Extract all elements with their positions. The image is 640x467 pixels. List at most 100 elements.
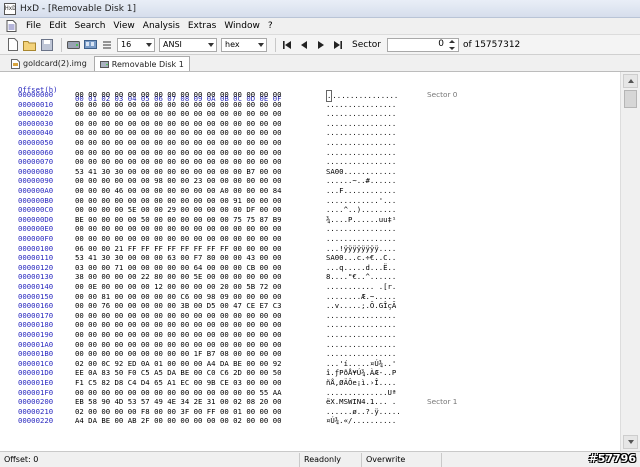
row-offset[interactable]: 000001D0 bbox=[18, 368, 53, 378]
row-offset[interactable]: 000000C0 bbox=[18, 205, 53, 215]
hex-row[interactable]: 000001C0 02 00 0C 92 ED 0A 01 00 00 00 A4… bbox=[0, 359, 620, 369]
hex-row[interactable]: 000001B0 00 00 00 00 00 00 00 00 00 1F B7… bbox=[0, 349, 620, 359]
row-text-decoded[interactable]: ¤Ú¾.«/.......... bbox=[326, 416, 396, 426]
menu-view[interactable]: View bbox=[109, 21, 138, 31]
row-text-decoded[interactable]: ................ bbox=[326, 138, 396, 148]
hex-row[interactable]: 000000D0 BE 00 00 00 00 50 00 00 00 00 00… bbox=[0, 215, 620, 225]
offset-base-select[interactable]: hex bbox=[221, 37, 267, 52]
row-offset[interactable]: 00000040 bbox=[18, 128, 53, 138]
row-text-decoded[interactable]: ............'... bbox=[326, 196, 396, 206]
row-text-decoded[interactable]: ........... .[r. bbox=[326, 282, 396, 292]
row-text-decoded[interactable]: î.ƒPðÅ¥Ú¾.ÀÆ-..P bbox=[326, 368, 396, 378]
row-text-decoded[interactable]: ................ bbox=[326, 311, 396, 321]
hex-row[interactable]: 00000000 00 00 00 00 00 00 00 00 00 00 00… bbox=[0, 90, 620, 102]
menu-analysis[interactable]: Analysis bbox=[139, 21, 184, 31]
hex-row[interactable]: 00000100 06 00 00 21 FF FF FF FF FF FF FF… bbox=[0, 244, 620, 254]
row-offset[interactable]: 00000150 bbox=[18, 292, 53, 302]
row-offset[interactable]: 000000A0 bbox=[18, 186, 53, 196]
hex-row[interactable]: 00000090 00 00 00 00 00 00 98 00 00 23 00… bbox=[0, 176, 620, 186]
hex-row[interactable]: 000000E0 00 00 00 00 00 00 00 00 00 00 00… bbox=[0, 224, 620, 234]
row-text-decoded[interactable]: ......~..#...... bbox=[326, 176, 396, 186]
row-hex-bytes[interactable]: 00 00 00 00 00 00 00 00 00 00 00 00 00 0… bbox=[75, 119, 281, 129]
row-text-decoded[interactable]: ..v.....;.Õ.GÎçÃ bbox=[326, 301, 396, 311]
hex-row[interactable]: 00000020 00 00 00 00 00 00 00 00 00 00 00… bbox=[0, 109, 620, 119]
last-sector-icon[interactable] bbox=[331, 38, 345, 52]
row-hex-bytes[interactable]: 00 00 81 00 00 00 00 00 C6 00 98 09 00 0… bbox=[75, 292, 281, 302]
hex-row[interactable]: 00000210 02 00 00 00 00 F8 00 00 3F 00 FF… bbox=[0, 407, 620, 417]
hex-row[interactable]: 000001E0 F1 C5 82 D8 C4 D4 65 A1 EC 00 9B… bbox=[0, 378, 620, 388]
row-hex-bytes[interactable]: 00 0E 00 00 00 00 12 00 00 00 00 20 00 5… bbox=[75, 282, 281, 292]
save-disk-icon[interactable] bbox=[40, 38, 54, 52]
row-offset[interactable]: 00000140 bbox=[18, 282, 53, 292]
row-offset[interactable]: 000001B0 bbox=[18, 349, 53, 359]
menu-extras[interactable]: Extras bbox=[184, 21, 220, 31]
row-text-decoded[interactable]: SA00............ bbox=[326, 167, 396, 177]
row-hex-bytes[interactable]: 00 00 00 00 00 00 00 00 00 00 00 00 00 0… bbox=[75, 100, 281, 110]
row-text-decoded[interactable]: ñÅ‚ØÄÔe¡ì.›Î.... bbox=[326, 378, 396, 388]
row-offset[interactable]: 00000050 bbox=[18, 138, 53, 148]
row-hex-bytes[interactable]: 00 00 00 46 00 00 00 00 00 00 00 A0 00 0… bbox=[75, 186, 281, 196]
row-hex-bytes[interactable]: A4 DA BE 00 AB 2F 00 00 00 00 00 00 02 0… bbox=[75, 416, 281, 426]
row-text-decoded[interactable]: ................ bbox=[326, 148, 396, 158]
row-offset[interactable]: 00000030 bbox=[18, 119, 53, 129]
row-offset[interactable]: 00000010 bbox=[18, 100, 53, 110]
row-text-decoded[interactable]: ................ bbox=[326, 100, 396, 110]
row-offset[interactable]: 00000100 bbox=[18, 244, 53, 254]
row-hex-bytes[interactable]: 00 00 00 00 00 00 98 00 00 23 00 00 00 0… bbox=[75, 176, 281, 186]
row-offset[interactable]: 00000180 bbox=[18, 320, 53, 330]
spin-down-icon[interactable] bbox=[449, 46, 456, 50]
next-sector-icon[interactable] bbox=[314, 38, 328, 52]
hex-row[interactable]: 00000150 00 00 81 00 00 00 00 00 C6 00 98… bbox=[0, 292, 620, 302]
row-offset[interactable]: 00000000 bbox=[18, 90, 53, 100]
row-offset[interactable]: 00000190 bbox=[18, 330, 53, 340]
hex-row[interactable]: 00000170 00 00 00 00 00 00 00 00 00 00 00… bbox=[0, 311, 620, 321]
menu-file[interactable]: File bbox=[22, 21, 45, 31]
row-text-decoded[interactable]: ...!ÿÿÿÿÿÿÿÿ.... bbox=[326, 244, 396, 254]
row-offset[interactable]: 000000B0 bbox=[18, 196, 53, 206]
row-hex-bytes[interactable]: 00 00 00 00 00 00 00 00 00 1F B7 08 00 0… bbox=[75, 349, 281, 359]
row-hex-bytes[interactable]: 00 00 00 00 00 00 00 00 00 00 00 00 00 0… bbox=[75, 330, 281, 340]
row-offset[interactable]: 00000160 bbox=[18, 301, 53, 311]
row-offset[interactable]: 00000220 bbox=[18, 416, 53, 426]
row-hex-bytes[interactable]: 00 00 00 00 00 00 00 00 00 00 00 00 00 0… bbox=[75, 340, 281, 350]
row-hex-bytes[interactable]: 00 00 00 00 00 00 00 00 00 00 00 00 00 0… bbox=[75, 128, 281, 138]
hex-row[interactable]: 000000A0 00 00 00 46 00 00 00 00 00 00 00… bbox=[0, 186, 620, 196]
row-hex-bytes[interactable]: 03 00 00 71 00 00 00 00 00 64 00 00 00 C… bbox=[75, 263, 281, 273]
row-offset[interactable]: 00000120 bbox=[18, 263, 53, 273]
hex-row[interactable]: 00000070 00 00 00 00 00 00 00 00 00 00 00… bbox=[0, 157, 620, 167]
row-text-decoded[interactable]: 8...."€..^...... bbox=[326, 272, 396, 282]
status-readonly[interactable]: Readonly bbox=[300, 452, 362, 467]
hex-row[interactable]: 000000F0 00 00 00 00 00 00 00 00 00 00 00… bbox=[0, 234, 620, 244]
scroll-up-button[interactable] bbox=[623, 74, 638, 88]
row-hex-bytes[interactable]: BE 00 00 00 00 50 00 00 00 00 00 00 75 7… bbox=[75, 215, 281, 225]
bytes-per-row-select[interactable]: 16 bbox=[117, 37, 155, 52]
row-offset[interactable]: 000000D0 bbox=[18, 215, 53, 225]
row-hex-bytes[interactable]: 00 00 00 00 00 00 00 00 00 00 00 00 00 0… bbox=[75, 311, 281, 321]
hex-row[interactable]: 00000080 53 41 30 30 00 00 00 00 00 00 00… bbox=[0, 167, 620, 177]
hex-row[interactable]: 00000040 00 00 00 00 00 00 00 00 00 00 00… bbox=[0, 128, 620, 138]
scroll-thumb[interactable] bbox=[624, 90, 637, 108]
row-hex-bytes[interactable]: 02 00 0C 92 ED 0A 01 00 00 00 A4 DA BE 0… bbox=[75, 359, 281, 369]
row-offset[interactable]: 000001A0 bbox=[18, 340, 53, 350]
row-text-decoded[interactable]: ...F............ bbox=[326, 186, 396, 196]
row-text-decoded[interactable]: ........Æ.~..... bbox=[326, 292, 396, 302]
row-offset[interactable]: 00000090 bbox=[18, 176, 53, 186]
hex-row[interactable]: 000000B0 00 00 00 00 00 00 00 00 00 00 00… bbox=[0, 196, 620, 206]
sector-spinner[interactable] bbox=[448, 39, 457, 50]
row-hex-bytes[interactable]: 38 00 00 00 00 22 80 00 00 5E 00 00 00 0… bbox=[75, 272, 281, 282]
row-hex-bytes[interactable]: 00 00 00 00 00 00 00 00 00 00 00 00 00 0… bbox=[75, 148, 281, 158]
row-offset[interactable]: 000001F0 bbox=[18, 388, 53, 398]
hex-row[interactable]: 00000130 38 00 00 00 00 22 80 00 00 5E 00… bbox=[0, 272, 620, 282]
hex-row[interactable]: 000001D0 EE 0A 83 50 F0 C5 A5 DA BE 00 C0… bbox=[0, 368, 620, 378]
open-disk-icon[interactable] bbox=[66, 38, 80, 52]
row-hex-bytes[interactable]: 06 00 00 21 FF FF FF FF FF FF FF FF 00 0… bbox=[75, 244, 281, 254]
row-hex-bytes[interactable]: 00 00 00 00 00 00 00 00 00 00 00 00 00 0… bbox=[75, 138, 281, 148]
menu-search[interactable]: Search bbox=[71, 21, 110, 31]
spin-up-icon[interactable] bbox=[449, 39, 456, 43]
row-hex-bytes[interactable]: 00 00 00 00 00 00 00 00 00 00 00 00 00 0… bbox=[75, 157, 281, 167]
row-hex-bytes[interactable]: 00 00 00 00 00 00 00 00 00 00 00 00 00 0… bbox=[75, 320, 281, 330]
row-text-decoded[interactable]: ................ bbox=[326, 234, 396, 244]
row-offset[interactable]: 00000070 bbox=[18, 157, 53, 167]
hxd-app-icon[interactable]: HxD bbox=[4, 2, 16, 15]
hex-row[interactable]: 00000220 A4 DA BE 00 AB 2F 00 00 00 00 00… bbox=[0, 416, 620, 426]
